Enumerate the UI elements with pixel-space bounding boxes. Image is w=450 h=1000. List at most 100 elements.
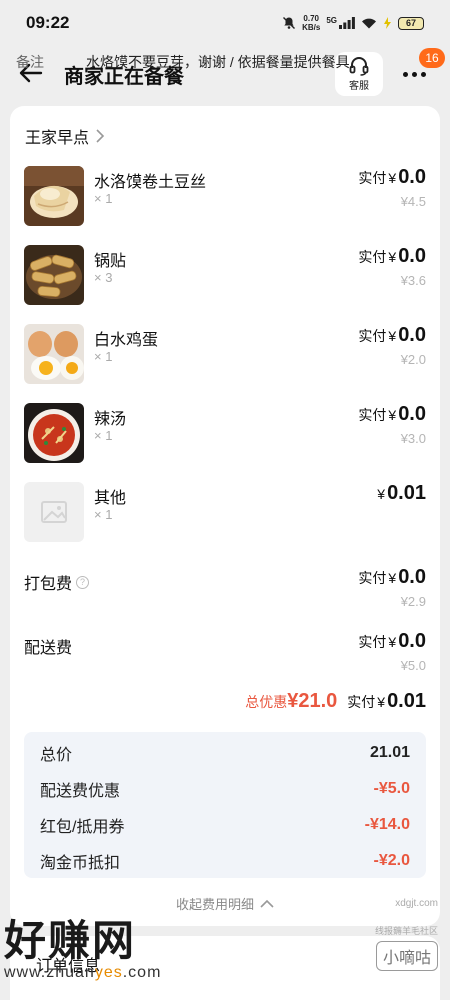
watermark-left: 好赚网 www.zhuanyes.com <box>4 918 161 982</box>
item-paid: 实付 ¥ 0.0 <box>358 245 426 268</box>
watermark-url-post: .com <box>122 964 162 981</box>
summary-label: 红包/抵用券 <box>40 819 125 836</box>
help-icon[interactable]: ? <box>76 575 90 589</box>
fee-paid: 实付 ¥ 0.0 <box>358 630 426 653</box>
summary-label: 配送费优惠 <box>40 783 121 800</box>
item-paid: 实付 ¥ 0.0 <box>358 403 426 426</box>
item-qty: × 1 <box>94 349 113 364</box>
item-original-price: ¥3.0 <box>400 431 426 446</box>
currency-symbol: ¥ <box>377 486 386 502</box>
fee-original-price: ¥2.9 <box>400 594 426 609</box>
watermark-url: www.zhuanyes.com <box>4 964 161 982</box>
watermark-right: 线报薅羊毛社区 小嘀咕 <box>375 924 438 971</box>
item-paid: 实付 ¥ 0.0 <box>358 166 426 189</box>
collapse-label: 收起费用明细 <box>175 897 254 912</box>
paid-label: 实付 <box>358 570 387 586</box>
summary-value: -¥14.0 <box>364 816 410 833</box>
net-speed-value: 0.70 <box>303 14 319 23</box>
watermark-right-box: 小嘀咕 <box>375 941 438 971</box>
item-original-price: ¥4.5 <box>400 194 426 209</box>
currency-symbol: ¥ <box>388 328 397 344</box>
paid-value: 0.0 <box>398 403 426 425</box>
paid-label: 实付 <box>358 634 387 650</box>
paid-value: 0.0 <box>398 324 426 346</box>
item-original-price: ¥3.6 <box>400 273 426 288</box>
fee-summary: 总价 21.01 配送费优惠 -¥5.0 红包/抵用券 -¥14.0 淘金币抵扣… <box>24 732 426 878</box>
item-paid: ¥ 0.01 <box>377 482 426 505</box>
item-name: 锅贴 <box>94 253 127 270</box>
currency-symbol: ¥ <box>388 249 397 265</box>
more-dots-icon <box>402 71 426 77</box>
item-name: 水洛馍卷土豆丝 <box>94 174 207 191</box>
watermark-right-url: xdgjt.com <box>395 898 438 909</box>
paid-label: 实付 <box>358 407 387 423</box>
currency-symbol: ¥ <box>377 694 386 710</box>
summary-label: 总价 <box>40 747 73 764</box>
order-item[interactable]: 锅贴 × 3 实付 ¥ 0.0 ¥3.6 <box>24 245 426 307</box>
customer-service-label: 客服 <box>349 81 369 92</box>
fee-label: 打包费 <box>24 576 73 593</box>
paid-value: 0.0 <box>398 630 426 652</box>
item-paid: 实付 ¥ 0.0 <box>358 324 426 347</box>
summary-row: 总价 21.01 <box>40 740 410 766</box>
paid-value: 0.0 <box>398 566 426 588</box>
currency-symbol: ¥ <box>388 170 397 186</box>
item-image-eggs <box>24 324 84 384</box>
summary-row: 淘金币抵扣 -¥2.0 <box>40 848 410 874</box>
total-discount: 总优惠¥21.0 <box>245 690 337 713</box>
currency-symbol: ¥ <box>388 634 397 650</box>
total-paid: 实付 ¥ 0.01 <box>347 690 426 713</box>
item-qty: × 1 <box>94 507 113 522</box>
item-qty: × 3 <box>94 270 113 285</box>
store-name: 王家早点 <box>25 130 90 147</box>
signal-icon <box>339 17 355 29</box>
paid-value: 0.0 <box>398 166 426 188</box>
fee-paid: 实付 ¥ 0.0 <box>358 566 426 589</box>
store-link[interactable]: 王家早点 <box>25 124 105 148</box>
net-speed: 0.70 KB/s <box>302 14 320 32</box>
summary-row: 配送费优惠 -¥5.0 <box>40 776 410 802</box>
chevron-right-icon <box>96 129 105 143</box>
delivery-fee-row: 配送费 实付 ¥ 0.0 ¥5.0 <box>24 630 426 680</box>
net-speed-unit: KB/s <box>302 23 321 32</box>
wifi-icon <box>362 18 376 29</box>
item-image-potstickers <box>24 245 84 305</box>
paid-label: 实付 <box>358 249 387 265</box>
collapse-fee-details-button[interactable]: 收起费用明细 <box>10 894 440 913</box>
paid-value: 0.01 <box>387 482 426 504</box>
paid-value: 0.0 <box>398 245 426 267</box>
status-icons: 0.70 KB/s 5G 67 <box>282 14 424 32</box>
chevron-up-icon <box>260 899 274 908</box>
fee-label: 配送费 <box>24 640 73 657</box>
total-row: 总优惠¥21.0 实付 ¥ 0.01 <box>245 690 426 713</box>
remark-row: 备注 水烙馍不要豆芽，谢谢 / 依据餐量提供餐具 <box>16 52 426 72</box>
summary-label: 淘金币抵扣 <box>40 855 121 872</box>
item-name: 其他 <box>94 490 127 507</box>
remark-label: 备注 <box>16 54 44 70</box>
paid-label: 实付 <box>347 694 376 710</box>
fee-name: 配送费 <box>24 634 72 658</box>
battery-indicator: 67 <box>398 16 424 30</box>
item-image-spicy-soup <box>24 403 84 463</box>
discount-value: ¥21.0 <box>287 690 338 712</box>
item-image-placeholder <box>24 482 84 542</box>
item-original-price: ¥2.0 <box>400 352 426 367</box>
currency-symbol: ¥ <box>388 407 397 423</box>
item-name: 辣汤 <box>94 411 127 428</box>
paid-value: 0.01 <box>387 690 426 712</box>
order-item[interactable]: 辣汤 × 1 实付 ¥ 0.0 ¥3.0 <box>24 403 426 465</box>
paid-label: 实付 <box>358 170 387 186</box>
summary-value: 21.01 <box>369 744 410 761</box>
order-item[interactable]: 白水鸡蛋 × 1 实付 ¥ 0.0 ¥2.0 <box>24 324 426 386</box>
network-type: 5G <box>326 15 337 25</box>
watermark-title: 好赚网 <box>4 917 137 964</box>
order-item[interactable]: 其他 × 1 ¥ 0.01 <box>24 482 426 544</box>
item-name: 白水鸡蛋 <box>94 332 159 349</box>
order-card: 王家早点 水洛馍卷土豆丝 × 1 实付 ¥ 0.0 ¥4.5 锅贴 × 3 实付… <box>10 106 440 926</box>
order-item[interactable]: 水洛馍卷土豆丝 × 1 实付 ¥ 0.0 ¥4.5 <box>24 166 426 228</box>
summary-value: -¥2.0 <box>373 852 410 869</box>
item-qty: × 1 <box>94 191 113 206</box>
item-qty: × 1 <box>94 428 113 443</box>
currency-symbol: ¥ <box>388 570 397 586</box>
summary-row: 红包/抵用券 -¥14.0 <box>40 812 410 838</box>
